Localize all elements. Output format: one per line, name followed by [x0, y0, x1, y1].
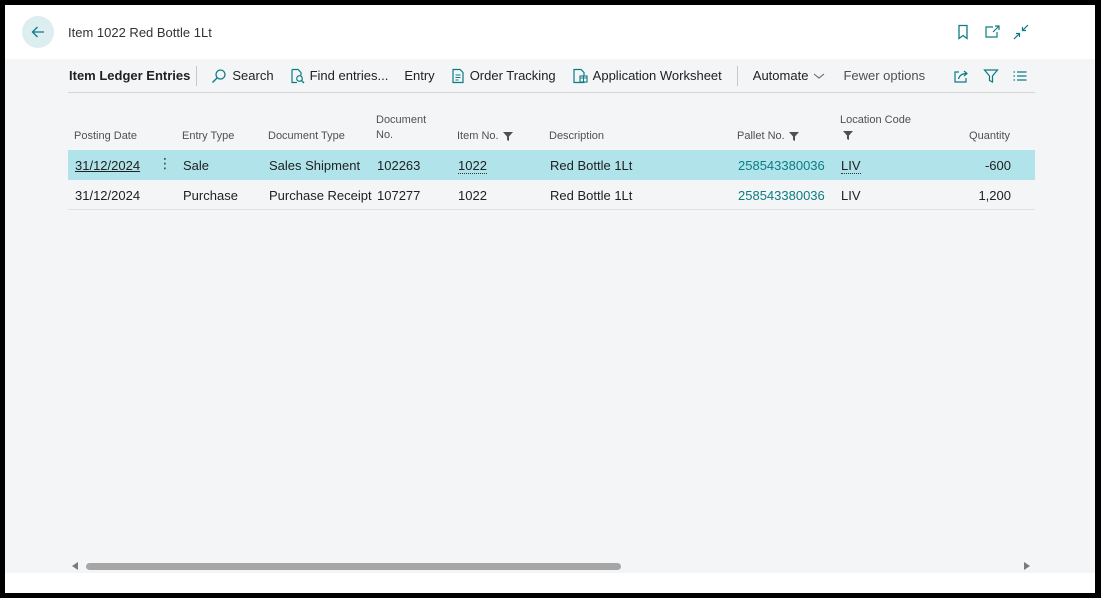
column-header-entry-type[interactable]: Entry Type — [182, 129, 234, 144]
back-arrow-icon — [31, 26, 44, 38]
cell-description: Red Bottle 1Lt — [550, 158, 633, 173]
cell-posting-date[interactable]: 31/12/2024 — [75, 158, 140, 173]
fewer-options-label: Fewer options — [843, 68, 926, 83]
cell-description: Red Bottle 1Lt — [550, 188, 633, 203]
filter-pane-button[interactable] — [981, 66, 1001, 86]
share-button[interactable] — [951, 66, 971, 86]
page-window: Item 1022 Red Bottle 1Lt Item Ledger Ent… — [5, 5, 1095, 593]
table-row-selected[interactable]: 31/12/2024 ⋮ Sale Sales Shipment 102263 … — [68, 150, 1035, 180]
bookmark-icon — [958, 24, 968, 40]
filter-icon — [502, 132, 513, 141]
page-title: Item 1022 Red Bottle 1Lt — [68, 25, 212, 40]
cell-item-no[interactable]: 1022 — [458, 158, 487, 174]
column-header-posting-date[interactable]: Posting Date — [74, 129, 137, 144]
scrollbar-thumb[interactable] — [86, 563, 621, 570]
collapse-icon — [1013, 24, 1029, 40]
horizontal-scrollbar[interactable] — [68, 559, 1035, 574]
entry-label: Entry — [404, 68, 435, 83]
chevron-down-icon — [814, 73, 825, 79]
application-worksheet-icon — [573, 68, 588, 83]
back-button[interactable] — [22, 16, 54, 48]
application-worksheet-button[interactable]: Application Worksheet — [572, 59, 722, 93]
column-header-pallet-no[interactable]: Pallet No. — [737, 129, 800, 144]
fewer-options-button[interactable]: Fewer options — [843, 59, 925, 93]
application-worksheet-label: Application Worksheet — [592, 68, 722, 83]
page-header: Item 1022 Red Bottle 1Lt — [5, 5, 1095, 59]
column-header-location-code-label: Location Code — [840, 114, 911, 126]
filter-icon — [983, 69, 999, 83]
search-icon — [212, 68, 227, 83]
filter-icon — [843, 131, 853, 140]
column-header-item-no[interactable]: Item No. — [457, 129, 514, 144]
scroll-left-arrow-icon[interactable] — [72, 562, 78, 570]
column-header-document-type[interactable]: Document Type — [268, 129, 345, 144]
list-view-icon — [1013, 71, 1027, 81]
column-header-document-no-line2: No. — [376, 129, 394, 141]
order-tracking-button[interactable]: Order Tracking — [451, 59, 556, 93]
cell-location-code: LIV — [841, 188, 861, 203]
page-name-caption[interactable]: Item Ledger Entries — [69, 59, 190, 93]
column-header-description[interactable]: Description — [549, 129, 604, 144]
list-view-button[interactable] — [1010, 66, 1030, 86]
column-header-location-code[interactable]: Location Code — [840, 113, 911, 146]
open-new-window-icon — [985, 25, 1000, 38]
content-area: Item Ledger Entries Search Find entries.… — [5, 59, 1095, 573]
cell-posting-date: 31/12/2024 — [75, 188, 141, 203]
cell-document-type: Purchase Receipt — [269, 188, 372, 203]
cell-quantity: -600 — [984, 158, 1011, 173]
column-header-quantity[interactable]: Quantity — [948, 129, 1010, 144]
column-header-document-no-line1: Document — [376, 114, 427, 126]
cell-item-no: 1022 — [458, 188, 487, 203]
cell-location-code[interactable]: LIV — [841, 158, 861, 174]
action-bar-divider — [736, 65, 738, 86]
cell-entry-type: Sale — [183, 158, 210, 173]
collapse-button[interactable] — [1011, 22, 1031, 42]
bookmark-button[interactable] — [953, 22, 973, 42]
scroll-right-arrow-icon[interactable] — [1024, 562, 1030, 570]
automate-menu-button[interactable]: Automate — [753, 59, 827, 93]
automate-label: Automate — [752, 68, 809, 83]
find-entries-label: Find entries... — [309, 68, 389, 83]
action-bar-divider — [196, 65, 198, 86]
table-row[interactable]: 31/12/2024 Purchase Purchase Receipt 107… — [68, 180, 1035, 210]
column-header-document-no[interactable]: Document No. — [376, 113, 426, 143]
share-icon — [954, 70, 968, 83]
cell-pallet-no[interactable]: 258543380036 — [738, 158, 825, 173]
row-actions-menu-icon[interactable]: ⋮ — [158, 156, 172, 170]
order-tracking-label: Order Tracking — [469, 68, 556, 83]
entry-menu-button[interactable]: Entry — [404, 59, 434, 93]
action-bar: Item Ledger Entries Search Find entries.… — [68, 59, 1035, 93]
open-new-window-button[interactable] — [982, 22, 1002, 42]
cell-quantity: 1,200 — [978, 188, 1011, 203]
column-header-item-no-label: Item No. — [457, 130, 499, 142]
filter-icon — [788, 132, 799, 141]
find-entries-button[interactable]: Find entries... — [289, 59, 389, 93]
search-label: Search — [232, 68, 274, 83]
cell-document-type: Sales Shipment — [269, 158, 361, 173]
search-button[interactable]: Search — [211, 59, 274, 93]
column-header-pallet-no-label: Pallet No. — [737, 130, 785, 142]
order-tracking-icon — [452, 68, 464, 83]
cell-entry-type: Purchase — [183, 188, 238, 203]
cell-document-no: 107277 — [377, 188, 421, 203]
find-entries-icon — [290, 68, 305, 83]
cell-pallet-no[interactable]: 258543380036 — [738, 188, 825, 203]
cell-document-no: 102263 — [377, 158, 421, 173]
